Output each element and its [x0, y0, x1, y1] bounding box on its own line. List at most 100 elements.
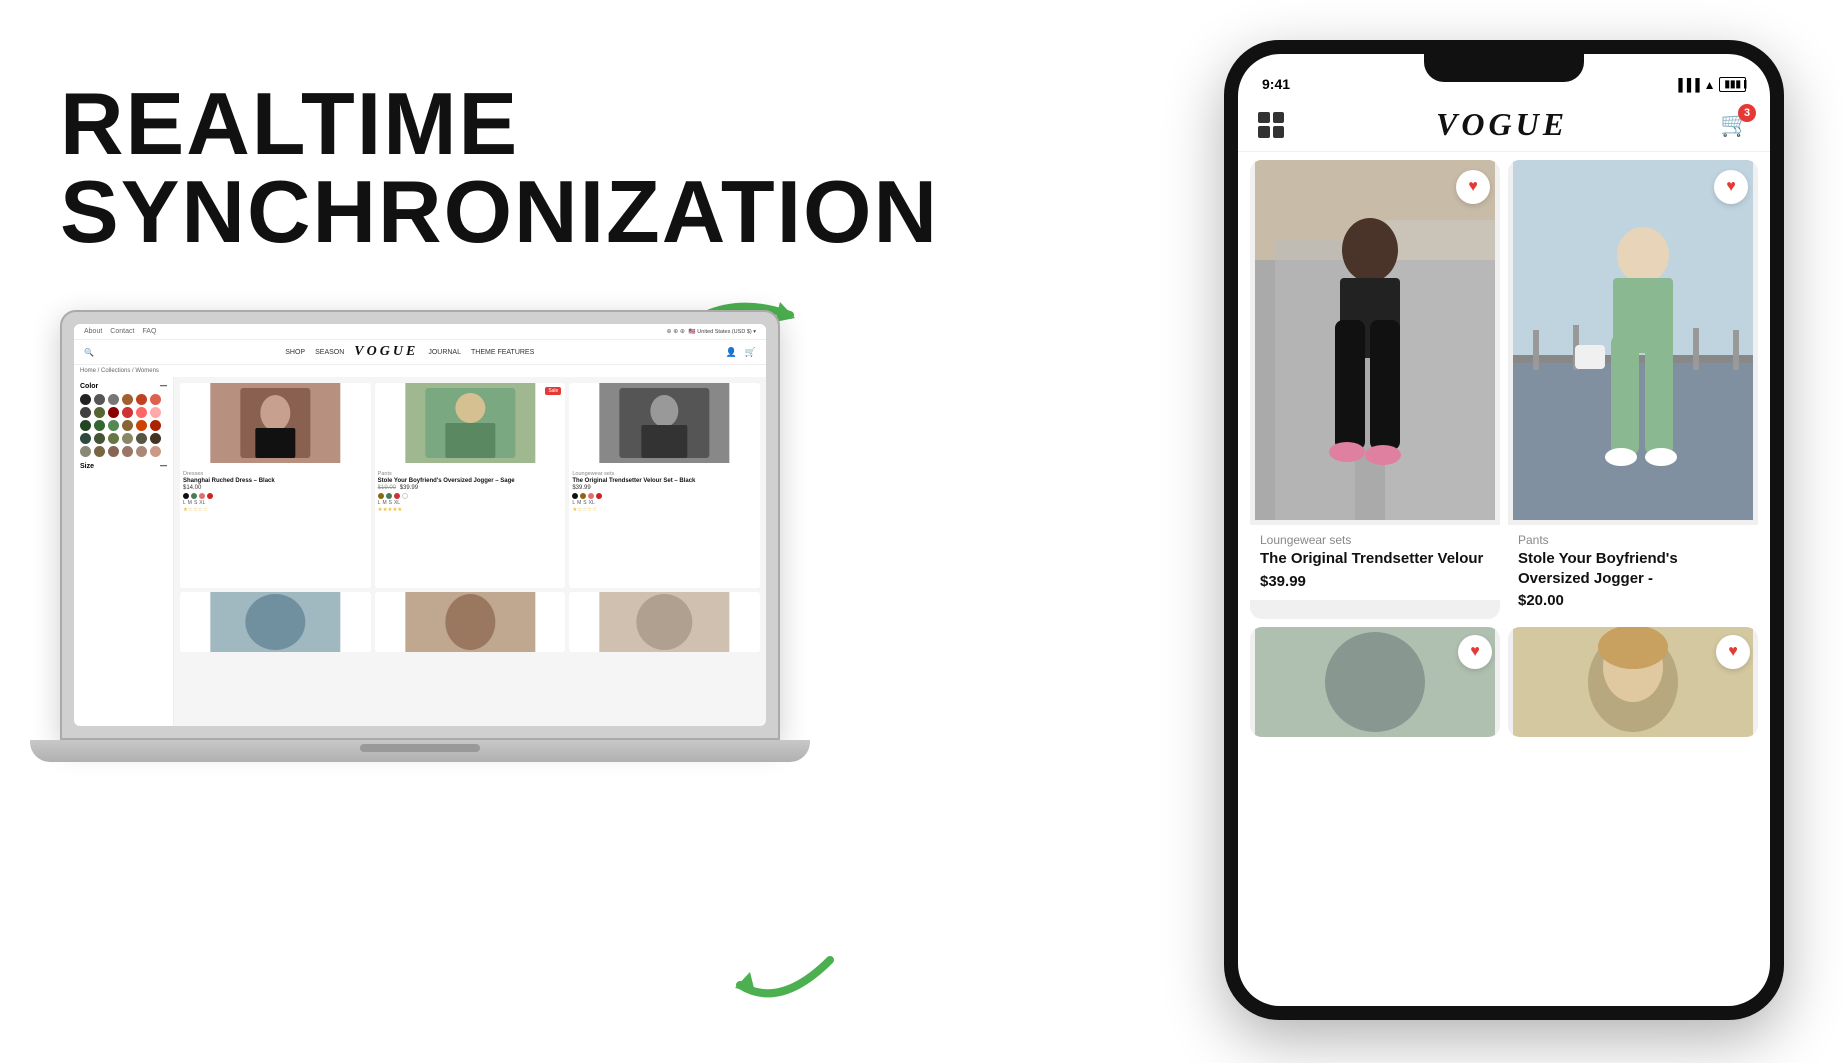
color-option[interactable] [191, 493, 197, 499]
swatch[interactable] [94, 420, 105, 431]
shop-link[interactable]: SHOP [285, 349, 305, 356]
swatch[interactable] [136, 394, 147, 405]
phone-product-info-1: Loungewear sets The Original Trendsetter… [1250, 525, 1500, 600]
product-card-1[interactable]: Dresses Shanghai Ruched Dress – Black $1… [180, 383, 371, 588]
product-card-2[interactable]: Sale Pants Stole Your Boyfriend's Oversi… [375, 383, 566, 588]
headline-section: REALTIME SYNCHRONIZATION [60, 80, 740, 256]
product-image-2 [375, 383, 566, 463]
grid-cell [1273, 112, 1285, 124]
color-option[interactable] [183, 493, 189, 499]
swatch[interactable] [94, 407, 105, 418]
heart-button-3[interactable]: ♥ [1458, 635, 1492, 669]
product-category-3: Loungewear sets [572, 471, 757, 477]
signal-icon: ▐▐▐ [1674, 78, 1700, 92]
product-image-5 [375, 592, 566, 652]
swatch[interactable] [122, 446, 133, 457]
product-image-6 [569, 592, 760, 652]
header-links: About Contact FAQ [84, 328, 156, 335]
swatch[interactable] [150, 433, 161, 444]
swatch[interactable] [108, 446, 119, 457]
heart-button-2[interactable]: ♥ [1714, 170, 1748, 204]
product-card-3[interactable]: Loungewear sets The Original Trendsetter… [569, 383, 760, 588]
phone-app-header: VOGUE 🛒 3 [1238, 98, 1770, 152]
product-info-2: Pants Stole Your Boyfriend's Oversized J… [375, 468, 566, 516]
swatch[interactable] [94, 446, 105, 457]
product-sizes-1: LMSXL [183, 500, 368, 506]
grid-cell [1258, 126, 1270, 138]
swatch[interactable] [108, 433, 119, 444]
laptop-body: About Contact FAQ ⊕ ⊕ ⊕ 🇺🇸 United States… [60, 310, 780, 740]
cart-button[interactable]: 🛒 3 [1720, 110, 1750, 139]
swatch[interactable] [150, 420, 161, 431]
phone-time: 9:41 [1262, 76, 1290, 92]
phone-body: 9:41 ▐▐▐ ▲ ▮▮▮ ▌ [1224, 40, 1784, 1020]
about-link[interactable]: About [84, 328, 102, 335]
size-filter-title: Size — [80, 463, 167, 470]
color-option[interactable] [386, 493, 392, 499]
faq-link[interactable]: FAQ [142, 328, 156, 335]
swatch[interactable] [80, 433, 91, 444]
color-option[interactable] [394, 493, 400, 499]
swatch[interactable] [108, 420, 119, 431]
color-option[interactable] [596, 493, 602, 499]
product-card-4[interactable] [180, 592, 371, 652]
region-selector[interactable]: 🇺🇸 United States (USD $) ▾ [689, 329, 756, 335]
journal-link[interactable]: JOURNAL [428, 349, 461, 356]
grid-menu-icon[interactable] [1258, 112, 1284, 138]
phone: 9:41 ▐▐▐ ▲ ▮▮▮ ▌ [1224, 40, 1784, 1020]
color-option[interactable] [572, 493, 578, 499]
product-price-2: $19.00 $39.99 [378, 485, 563, 491]
grid-cell [1273, 126, 1285, 138]
phone-product-grid: ♥ Loungewear sets The Original Trendsett… [1238, 152, 1770, 627]
swatch[interactable] [150, 446, 161, 457]
site-header: About Contact FAQ ⊕ ⊕ ⊕ 🇺🇸 United States… [74, 324, 766, 340]
color-option[interactable] [199, 493, 205, 499]
swatch[interactable] [94, 433, 105, 444]
swatch[interactable] [80, 446, 91, 457]
season-link[interactable]: SEASON [315, 349, 344, 356]
site-sidebar: Color — [74, 377, 174, 726]
laptop: About Contact FAQ ⊕ ⊕ ⊕ 🇺🇸 United States… [60, 310, 820, 790]
swatch[interactable] [136, 420, 147, 431]
theme-features-link[interactable]: THEME FEATURES [471, 349, 534, 356]
swatch[interactable] [108, 407, 119, 418]
swatch[interactable] [136, 446, 147, 457]
color-option[interactable] [402, 493, 408, 499]
phone-bottom-products: ♥ ♥ [1238, 627, 1770, 737]
heart-button-1[interactable]: ♥ [1456, 170, 1490, 204]
product-info-1: Dresses Shanghai Ruched Dress – Black $1… [180, 468, 371, 516]
color-option[interactable] [588, 493, 594, 499]
swatch[interactable] [122, 433, 133, 444]
phone-product-card-3[interactable]: ♥ [1250, 627, 1500, 737]
heart-button-4[interactable]: ♥ [1716, 635, 1750, 669]
product-grid: Dresses Shanghai Ruched Dress – Black $1… [174, 377, 766, 726]
cart-icon[interactable]: 🛒 [745, 347, 756, 358]
site-logo: VOGUE [354, 344, 418, 360]
swatch[interactable] [80, 394, 91, 405]
swatch[interactable] [150, 407, 161, 418]
color-option[interactable] [580, 493, 586, 499]
swatch[interactable] [122, 407, 133, 418]
site-main: Color — [74, 377, 766, 726]
swatch[interactable] [94, 394, 105, 405]
product-card-5[interactable] [375, 592, 566, 652]
color-option[interactable] [207, 493, 213, 499]
headline-text: REALTIME SYNCHRONIZATION [60, 80, 740, 256]
swatch[interactable] [136, 433, 147, 444]
swatch[interactable] [108, 394, 119, 405]
phone-product-card-2[interactable]: ♥ Pants Stole Your Boyfriend's Oversized… [1508, 160, 1758, 619]
phone-product-card-1[interactable]: ♥ Loungewear sets The Original Trendsett… [1250, 160, 1500, 619]
product-card-6[interactable] [569, 592, 760, 652]
color-option[interactable] [378, 493, 384, 499]
swatch[interactable] [136, 407, 147, 418]
phone-product-card-4[interactable]: ♥ [1508, 627, 1758, 737]
search-icon[interactable]: 🔍 [84, 348, 94, 357]
swatch[interactable] [80, 407, 91, 418]
color-filter-title: Color — [80, 383, 167, 390]
contact-link[interactable]: Contact [110, 328, 134, 335]
swatch[interactable] [80, 420, 91, 431]
swatch[interactable] [122, 394, 133, 405]
account-icon[interactable]: 👤 [726, 347, 737, 358]
swatch[interactable] [150, 394, 161, 405]
swatch[interactable] [122, 420, 133, 431]
